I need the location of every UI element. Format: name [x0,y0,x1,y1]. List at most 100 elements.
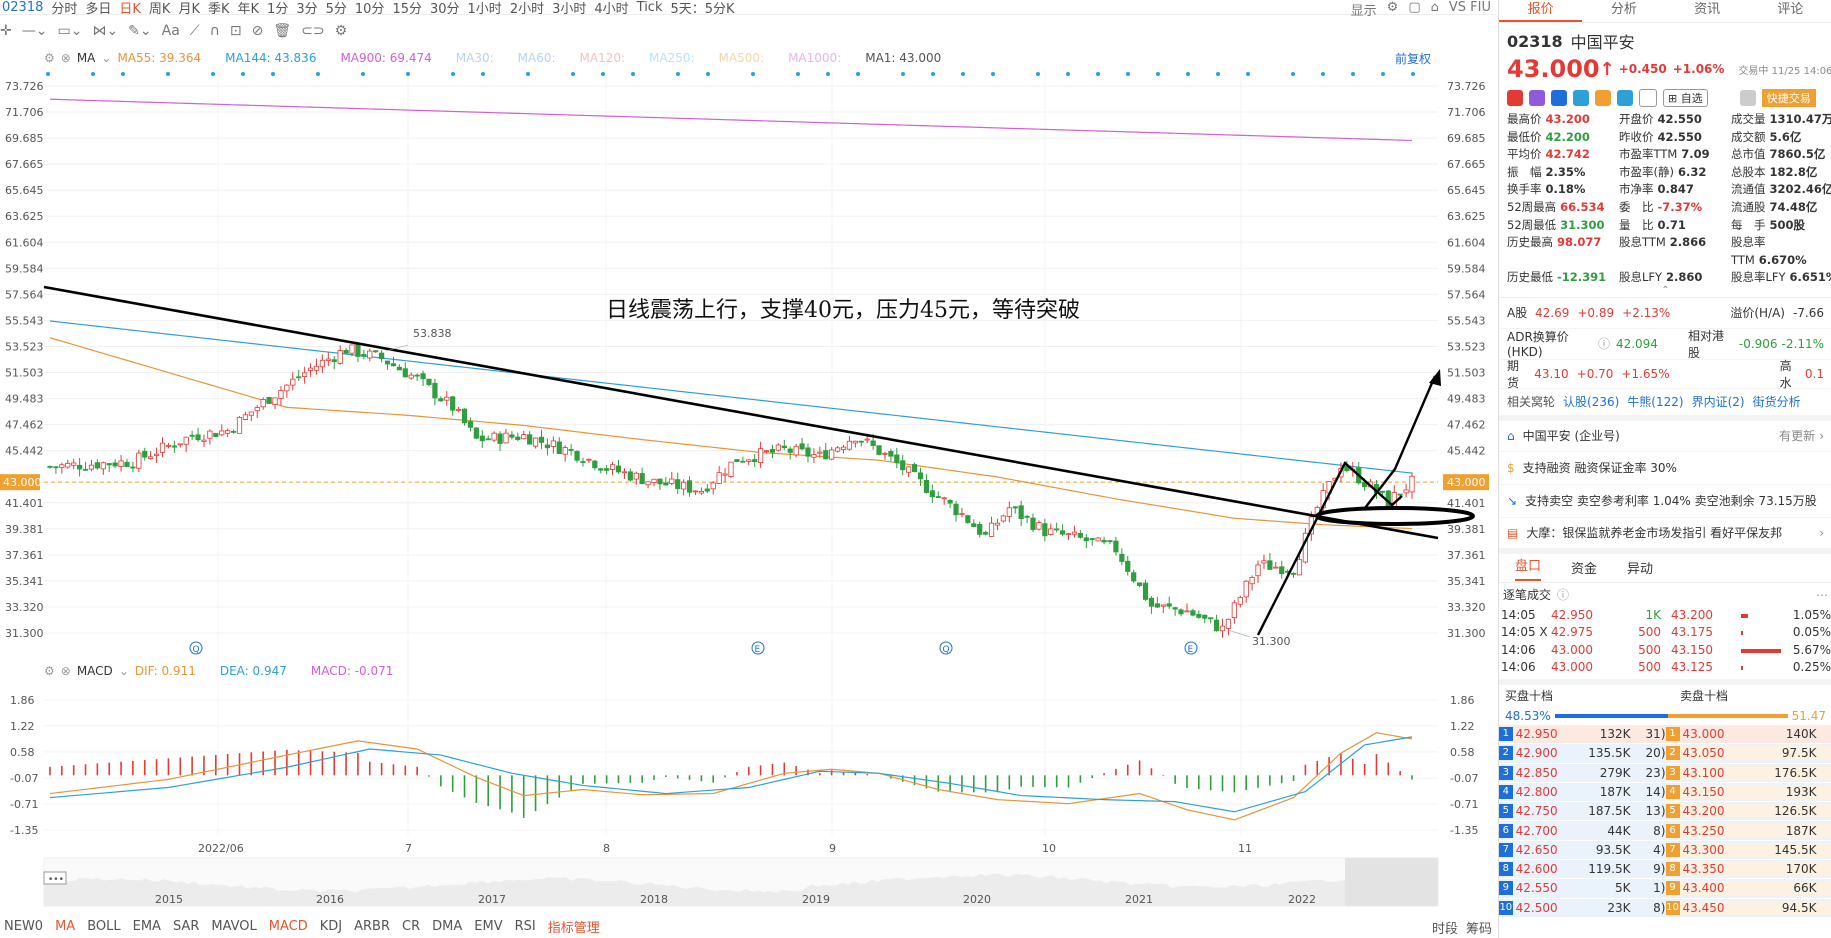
indicator-tab-8[interactable]: ARBR [354,919,390,934]
compare-label[interactable]: VS FIU [1449,0,1491,14]
indicator-tab-1[interactable]: MA [55,919,75,934]
options-icon[interactable] [1529,90,1545,106]
collapse-chevron-icon[interactable]: ⌃ [1499,287,1831,295]
short-icon[interactable] [1551,90,1567,106]
indicator-tab-6[interactable]: MACD [269,919,308,934]
pen-tool-icon[interactable]: ✎⌄ [128,23,151,39]
indicator-tab-5[interactable]: MAVOL [211,919,256,934]
tab-capital[interactable]: 资金 [1571,558,1597,577]
session-tab[interactable]: 时段 [1432,918,1458,937]
symbol-label[interactable]: 02318 [2,0,43,15]
bid-cell[interactable]: 9 42.550 5K 1) [1499,881,1666,895]
period-tab-10[interactable]: 10分 [355,0,385,15]
settings-icon[interactable]: ⚙ [44,51,55,65]
indicator-tab-11[interactable]: EMV [474,919,502,934]
company-row[interactable]: ⌂ 中国平安 (企业号) 有更新 › [1499,421,1831,452]
period-tab-7[interactable]: 1分 [267,0,288,15]
chips-tab[interactable]: 筹码 [1466,918,1492,937]
fib-tool-icon[interactable]: ⋈⌄ [92,23,118,39]
bid-cell[interactable]: 7 42.650 93.5K 4) [1499,843,1666,857]
warrant-inline[interactable]: 界内证(2) [1692,393,1745,410]
indicator-tab-3[interactable]: EMA [133,919,161,934]
bid-cell[interactable]: 5 42.750 187.5K 13) [1499,804,1666,818]
dark-pool-icon[interactable] [1595,90,1611,106]
period-tab-2[interactable]: 日K [119,0,141,15]
tab-quote[interactable]: 报价 [1499,0,1582,22]
rect-tool-icon[interactable]: ▭⌄ [57,23,82,39]
settings-icon[interactable]: ⚙ [1387,0,1399,14]
ask-cell[interactable]: 4 43.150 193K [1666,785,1831,799]
info-icon[interactable]: ⓘ [1598,335,1610,352]
ask-cell[interactable]: 3 43.100 176.5K [1666,766,1831,780]
period-tab-13[interactable]: 1小时 [468,0,502,15]
ask-cell[interactable]: 1 43.000 140K [1666,727,1831,741]
warrant-call[interactable]: 认股(236) [1563,393,1619,410]
bid-cell[interactable]: 8 42.600 119.5K 9) [1499,862,1666,876]
display-menu[interactable]: 显示 [1351,0,1377,14]
period-tab-11[interactable]: 15分 [392,0,422,15]
indicator-tab-13[interactable]: 指标管理 [548,917,600,936]
bell-icon[interactable] [1740,90,1756,106]
ma-label[interactable]: MA [77,51,96,65]
indicator-tab-7[interactable]: KDJ [320,919,342,934]
text-tool-icon[interactable]: Aa [162,23,180,39]
tag-icon[interactable] [1617,90,1633,106]
indicator-tab-9[interactable]: CR [402,919,420,934]
ask-cell[interactable]: 7 43.300 145.5K [1666,843,1831,857]
indicator-tab-12[interactable]: RSI [515,919,536,934]
period-tab-1[interactable]: 多日 [85,0,111,15]
ask-cell[interactable]: 2 43.050 97.5K [1666,746,1831,760]
link-icon[interactable]: ⊂⊃ [301,23,324,39]
macd-label[interactable]: MACD [77,664,113,678]
period-tab-15[interactable]: 3小时 [552,0,586,15]
bid-cell[interactable]: 2 42.900 135.5K 20) [1499,746,1666,760]
period-tab-14[interactable]: 2小时 [510,0,544,15]
ask-cell[interactable]: 10 43.450 94.5K [1666,901,1831,915]
tab-comments[interactable]: 评论 [1749,0,1831,22]
warrant-cbbc[interactable]: 牛熊(122) [1627,393,1683,410]
ask-cell[interactable]: 9 43.400 66K [1666,881,1831,895]
period-tab-17[interactable]: Tick [637,0,663,15]
line-tool-icon[interactable]: —⌄ [22,23,48,39]
trash-icon[interactable]: 🗑 [273,23,291,39]
adjust-mode-label[interactable]: 前复权 [1395,50,1431,67]
period-tab-0[interactable]: 分时 [51,0,77,15]
period-tab-9[interactable]: 5分 [326,0,347,15]
hk-connect-icon[interactable] [1507,90,1523,106]
period-tab-3[interactable]: 周K [149,0,171,15]
ask-cell[interactable]: 6 43.250 187K [1666,824,1831,838]
bid-cell[interactable]: 6 42.700 44K 8) [1499,824,1666,838]
company-more[interactable]: 有更新 [1779,427,1815,444]
tab-analysis[interactable]: 分析 [1582,0,1665,22]
candlestick-chart[interactable]: 73.726 73.726 71.706 71.706 69.685 69.685 67.6… [0,46,1497,914]
eye-icon[interactable]: ⊘ [252,23,264,39]
indicator-tab-10[interactable]: DMA [432,919,462,934]
bid-cell[interactable]: 1 42.950 132K 31) [1499,727,1666,741]
ma-chevron-icon[interactable]: ⌄ [101,51,111,65]
layout-icon[interactable]: ▢ [1408,0,1420,14]
period-tab-5[interactable]: 季K [208,0,230,15]
period-tab-4[interactable]: 月K [178,0,200,15]
camera-icon[interactable]: ⌂ [1431,0,1439,14]
bid-cell[interactable]: 4 42.800 187K 14) [1499,785,1666,799]
magnet-icon[interactable]: ∩ [210,23,220,39]
tab-orderbook[interactable]: 盘口 [1515,555,1541,581]
lock-icon[interactable]: ⊡ [230,23,242,39]
margin-icon[interactable] [1573,90,1589,106]
ask-cell[interactable]: 5 43.200 126.5K [1666,804,1831,818]
add-watchlist-button[interactable]: ⊞ 自选 [1663,89,1708,107]
tab-anomaly[interactable]: 异动 [1627,558,1653,577]
crosshair-icon[interactable]: ✛ [0,23,12,39]
bid-cell[interactable]: 10 42.500 23K 8) [1499,901,1666,915]
bid-cell[interactable]: 3 42.850 279K 23) [1499,766,1666,780]
note-icon[interactable] [1639,89,1657,107]
quick-trade-button[interactable]: 快捷交易 [1762,89,1816,107]
close-icon[interactable]: ⊗ [61,664,71,678]
more-icon[interactable]: ⋯ [1816,588,1828,602]
macd-chevron-icon[interactable]: ⌄ [119,664,129,678]
info-icon[interactable]: ⓘ [1557,586,1569,603]
period-tab-8[interactable]: 3分 [296,0,317,15]
indicator-tab-0[interactable]: NEW0 [4,919,43,934]
period-tab-16[interactable]: 4小时 [594,0,628,15]
period-tab-6[interactable]: 年K [238,0,260,15]
